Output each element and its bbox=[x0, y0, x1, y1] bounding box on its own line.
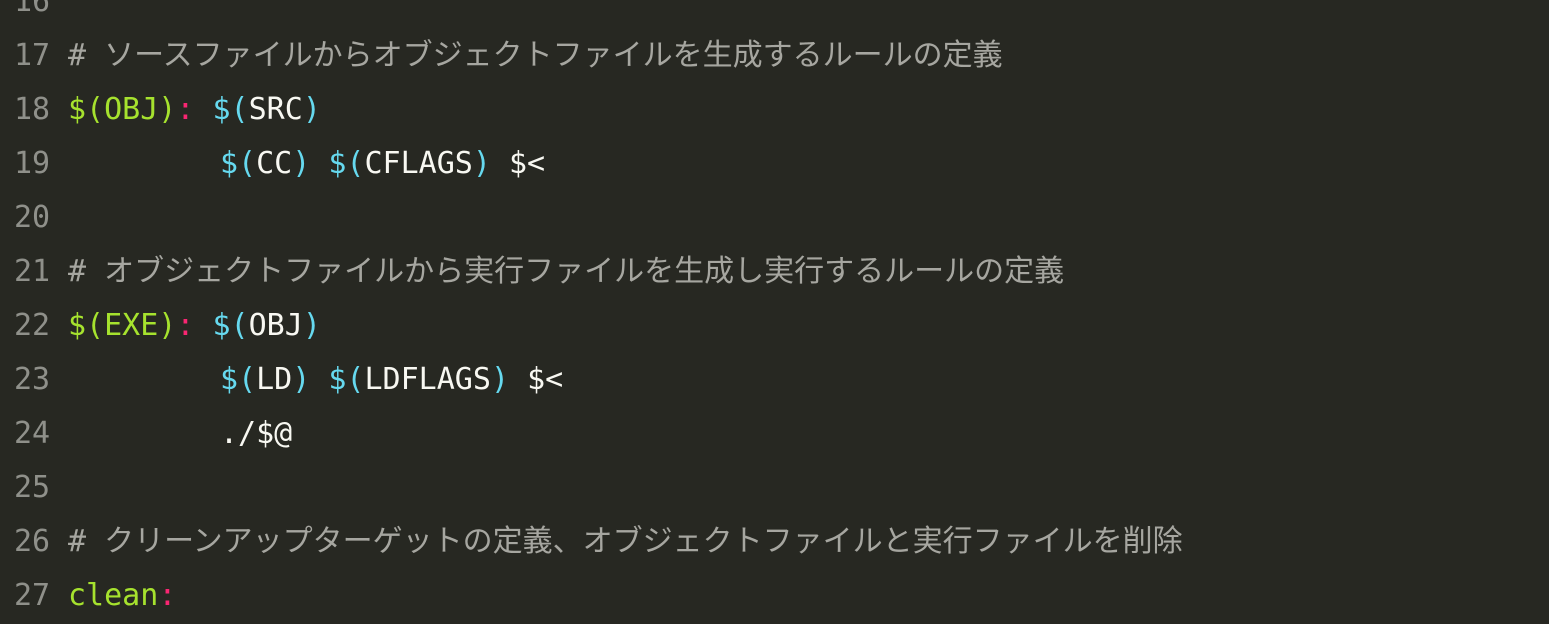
rule-colon: : bbox=[176, 308, 195, 343]
code-line[interactable]: 18 $(OBJ): $(SRC) bbox=[0, 83, 1549, 137]
line-content: $(OBJ): $(SRC) bbox=[60, 83, 321, 137]
code-lines: 16 17 # ソースファイルからオブジェクトファイルを生成するルールの定義 1… bbox=[0, 0, 1549, 623]
rule-colon: : bbox=[158, 578, 177, 613]
line-number: 18 bbox=[14, 92, 51, 127]
var-name: CFLAGS bbox=[364, 146, 473, 181]
code-line[interactable]: 19 $(CC) $(CFLAGS) $< bbox=[0, 137, 1549, 191]
line-number: 16 bbox=[14, 0, 51, 19]
line-number: 24 bbox=[14, 416, 51, 451]
command-text: ./$@ bbox=[220, 416, 293, 451]
var-open: $( bbox=[212, 92, 249, 127]
var-close: ) bbox=[292, 362, 311, 397]
var-open: $( bbox=[328, 362, 365, 397]
var-open: $( bbox=[220, 146, 257, 181]
line-number: 20 bbox=[14, 200, 51, 235]
var-close: ) bbox=[302, 308, 321, 343]
var-close: ) bbox=[302, 92, 321, 127]
line-content: ./$@ bbox=[60, 407, 292, 461]
comment-text: # クリーンアップターゲットの定義、オブジェクトファイルと実行ファイルを削除 bbox=[68, 524, 1183, 559]
code-line[interactable]: 21 # オブジェクトファイルから実行ファイルを生成し実行するルールの定義 bbox=[0, 245, 1549, 299]
var-open: $( bbox=[212, 308, 249, 343]
var-name: SRC bbox=[248, 92, 303, 127]
code-line[interactable]: 27 clean: bbox=[0, 569, 1549, 623]
line-content: $(EXE): $(OBJ) bbox=[60, 299, 321, 353]
line-number: 27 bbox=[14, 578, 51, 613]
var-open: $( bbox=[220, 362, 257, 397]
rule-target: $(EXE) bbox=[68, 308, 177, 343]
comment-text: # ソースファイルからオブジェクトファイルを生成するルールの定義 bbox=[68, 38, 1003, 73]
code-line[interactable]: 24 ./$@ bbox=[0, 407, 1549, 461]
code-line[interactable]: 23 $(LD) $(LDFLAGS) $< bbox=[0, 353, 1549, 407]
comment-text: # オブジェクトファイルから実行ファイルを生成し実行するルールの定義 bbox=[68, 254, 1065, 289]
code-line[interactable]: 17 # ソースファイルからオブジェクトファイルを生成するルールの定義 bbox=[0, 29, 1549, 83]
var-name: LDFLAGS bbox=[364, 362, 491, 397]
line-content: $(LD) $(LDFLAGS) $< bbox=[60, 353, 563, 407]
auto-var: $< bbox=[527, 362, 564, 397]
var-name: CC bbox=[256, 146, 293, 181]
auto-var: $< bbox=[509, 146, 546, 181]
line-content: $(CC) $(CFLAGS) $< bbox=[60, 137, 545, 191]
line-number: 17 bbox=[14, 38, 51, 73]
code-line[interactable]: 20 bbox=[0, 191, 1549, 245]
rule-target: clean bbox=[68, 578, 159, 613]
line-content: clean: bbox=[60, 569, 176, 623]
line-number: 19 bbox=[14, 146, 51, 181]
code-line[interactable]: 25 bbox=[0, 461, 1549, 515]
code-editor[interactable]: 16 17 # ソースファイルからオブジェクトファイルを生成するルールの定義 1… bbox=[0, 0, 1549, 624]
var-close: ) bbox=[472, 146, 491, 181]
var-open: $( bbox=[328, 146, 365, 181]
line-number: 26 bbox=[14, 524, 51, 559]
code-line[interactable]: 26 # クリーンアップターゲットの定義、オブジェクトファイルと実行ファイルを削… bbox=[0, 515, 1549, 569]
var-name: LD bbox=[256, 362, 293, 397]
code-line[interactable]: 16 bbox=[0, 0, 1549, 29]
line-number: 22 bbox=[14, 308, 51, 343]
var-name: OBJ bbox=[248, 308, 303, 343]
line-number: 23 bbox=[14, 362, 51, 397]
rule-target: $(OBJ) bbox=[68, 92, 177, 127]
line-number: 21 bbox=[14, 254, 51, 289]
code-line[interactable]: 22 $(EXE): $(OBJ) bbox=[0, 299, 1549, 353]
line-number: 25 bbox=[14, 470, 51, 505]
var-close: ) bbox=[292, 146, 311, 181]
rule-colon: : bbox=[176, 92, 195, 127]
var-close: ) bbox=[490, 362, 509, 397]
